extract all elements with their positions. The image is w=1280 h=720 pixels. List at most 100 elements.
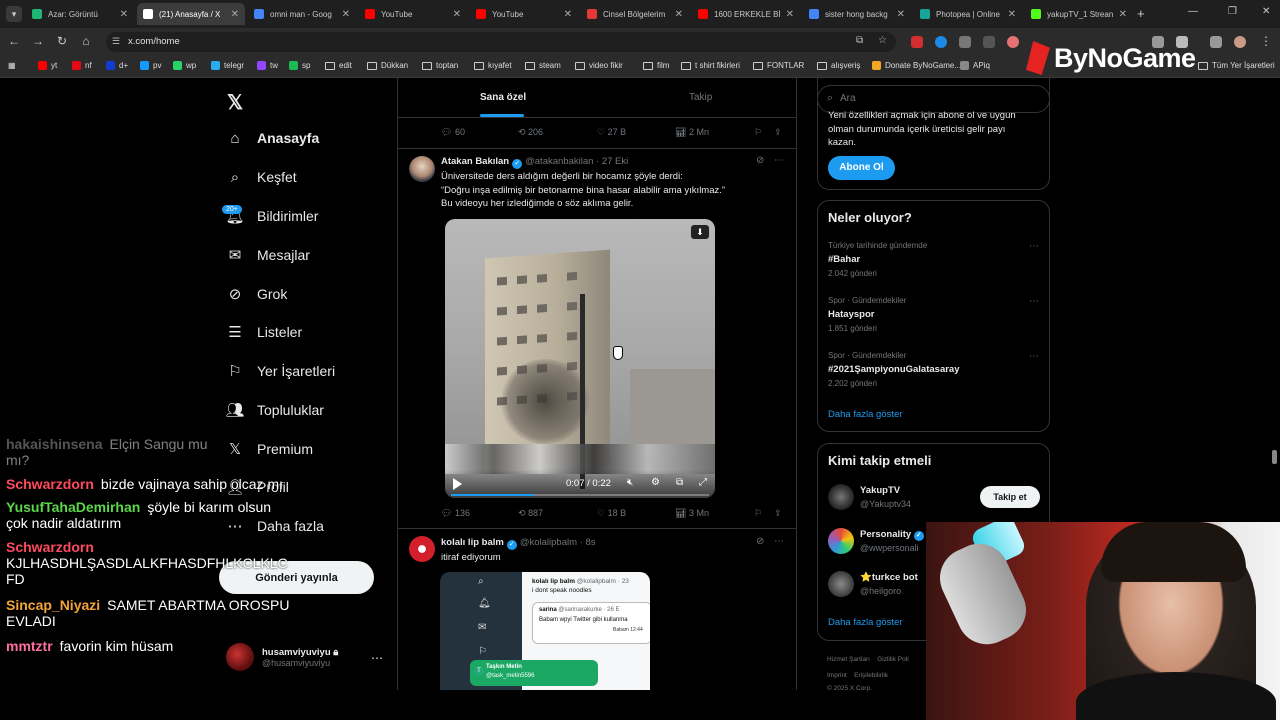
like-button[interactable]: ♡ 27 B (597, 127, 626, 138)
follow-name[interactable]: YakupTV (860, 485, 900, 496)
avatar[interactable] (828, 528, 854, 554)
avatar[interactable] (409, 156, 435, 182)
bookmark-item[interactable]: yt (38, 61, 57, 70)
new-tab-button[interactable]: + (1137, 6, 1145, 21)
browser-tab[interactable]: (21) Anasayfa / X ✕ (137, 3, 245, 25)
views-count[interactable]: 📊︎ 2 Mn (675, 127, 709, 138)
reply-button[interactable]: 💬︎ 136 (441, 508, 470, 519)
bookmark-item[interactable]: pv (140, 61, 161, 70)
sidebar-item-topluluklar[interactable]: 👥︎ Topluluklar (225, 397, 323, 423)
extension-icon[interactable] (983, 36, 995, 48)
browser-tab[interactable]: sister hong backg ✕ (803, 3, 911, 25)
all-bookmarks-button[interactable]: Tüm Yer İşaretleri (1198, 61, 1275, 70)
grok-icon[interactable]: ⊘ (756, 155, 764, 166)
bookmark-item[interactable]: video fikir (575, 61, 623, 70)
accessibility-link[interactable]: Erişilebilirlik (854, 672, 888, 679)
site-info-icon[interactable]: ☰ (112, 36, 120, 47)
close-tab-icon[interactable]: ✕ (342, 9, 350, 20)
sidebar-item-premium[interactable]: 𝕏 Premium (226, 436, 313, 462)
browser-tab[interactable]: YouTube ✕ (470, 3, 578, 25)
like-button[interactable]: ♡ 18 B (597, 508, 626, 519)
browser-tab[interactable]: Azar: Görüntü ✕ (26, 3, 134, 25)
bookmark-item[interactable]: edit (325, 61, 352, 70)
tweet-image[interactable]: ⌕ 🔔︎ ✉ ⚐ kolalı lip balm @kolalipbalm · … (440, 572, 650, 690)
settings-icon[interactable]: ⚙ (651, 477, 660, 488)
sidebar-item-mesajlar[interactable]: ✉ Mesajlar (226, 242, 310, 268)
show-more-link[interactable]: Daha fazla göster (828, 409, 902, 420)
reply-button[interactable]: 💬︎ 60 (441, 127, 465, 138)
browser-tab[interactable]: yakupTV_1 Strean ✕ (1025, 3, 1133, 25)
sidebar-item-listeler[interactable]: ☰ Listeler (226, 319, 302, 345)
browser-tab[interactable]: Cinsel Bölgelerim ✕ (581, 3, 689, 25)
close-tab-icon[interactable]: ✕ (786, 9, 794, 20)
close-tab-icon[interactable]: ✕ (675, 9, 683, 20)
home-button[interactable]: ⌂ (78, 34, 94, 48)
tab-following[interactable]: Takip (689, 92, 712, 103)
adblock-extension-icon[interactable] (911, 36, 923, 48)
tweet-author-handle[interactable]: @atakanbakilan (525, 156, 593, 167)
install-app-icon[interactable]: ⧉ (856, 35, 863, 46)
close-tab-icon[interactable]: ✕ (231, 9, 239, 20)
bookmark-icon[interactable]: ⚐ (754, 127, 762, 138)
imprint-link[interactable]: Imprint (827, 672, 847, 679)
terms-link[interactable]: Hizmet Şartları (827, 656, 870, 663)
bookmark-item[interactable]: sp (289, 61, 310, 70)
follow-handle[interactable]: @Yakuptv34 (860, 499, 911, 509)
sidebar-item-keşfet[interactable]: ⌕ Keşfet (226, 164, 297, 190)
more-options-icon[interactable]: ⋯ (1029, 351, 1039, 362)
close-tab-icon[interactable]: ✕ (564, 9, 572, 20)
close-tab-icon[interactable]: ✕ (453, 9, 461, 20)
more-options-icon[interactable]: ⋯ (1029, 241, 1039, 252)
forward-button[interactable]: → (30, 34, 46, 48)
bookmark-item[interactable]: alışveriş (817, 61, 860, 70)
close-tab-icon[interactable]: ✕ (897, 9, 905, 20)
play-icon[interactable] (453, 478, 462, 490)
tweet-video[interactable]: ⬇ 0:07 / 0:22 🔇︎ ⚙ ⧉ ⤢ (445, 219, 715, 498)
avatar[interactable] (409, 536, 435, 562)
follow-handle[interactable]: @heilgoro (860, 586, 901, 596)
mute-icon[interactable]: 🔇︎ (627, 477, 633, 488)
close-window-button[interactable]: ✕ (1262, 6, 1270, 17)
close-tab-icon[interactable]: ✕ (1119, 9, 1127, 20)
picture-in-picture-icon[interactable]: ⧉ (676, 477, 683, 488)
extension-icon[interactable] (935, 36, 947, 48)
apps-grid-icon[interactable]: ▦ (8, 61, 16, 70)
bookmark-item[interactable]: FONTLAR (753, 61, 804, 70)
minimize-button[interactable]: — (1188, 6, 1198, 17)
tweet-author-name[interactable]: Atakan Bakılan (441, 156, 509, 167)
avatar[interactable] (828, 484, 854, 510)
bookmark-item[interactable]: d+ (106, 61, 128, 70)
reload-button[interactable]: ↻ (54, 34, 70, 48)
tweet-time[interactable]: · 8s (580, 537, 596, 548)
reading-list-icon[interactable] (1210, 36, 1222, 48)
account-menu-icon[interactable]: ⋯ (371, 651, 383, 665)
bookmark-item[interactable]: kıyafet (474, 61, 512, 70)
browser-tab[interactable]: Photopea | Online ✕ (914, 3, 1022, 25)
tab-for-you[interactable]: Sana özel (480, 92, 526, 103)
repost-button[interactable]: ⟲ 206 (518, 127, 543, 138)
restore-button[interactable]: ❐ (1228, 6, 1237, 17)
follow-name[interactable]: ⭐turkce bot (860, 572, 918, 583)
bookmark-item[interactable]: Dükkan (367, 61, 408, 70)
sidebar-item-anasayfa[interactable]: ⌂ Anasayfa (226, 125, 319, 151)
bookmark-item[interactable]: wp (173, 61, 196, 70)
bookmark-item[interactable]: t shirt fikirleri (681, 61, 740, 70)
privacy-link[interactable]: Gizlilik Poli (877, 656, 908, 663)
back-button[interactable]: ← (6, 34, 22, 48)
browser-menu-icon[interactable]: ⋮ (1258, 34, 1274, 48)
more-options-icon[interactable]: ⋯ (774, 536, 784, 547)
download-icon[interactable]: ⬇ (691, 225, 709, 239)
bookmark-item[interactable]: nf (72, 61, 92, 70)
star-icon[interactable]: ☆ (878, 35, 887, 46)
bookmark-icon[interactable]: ⚐ (754, 508, 762, 519)
follow-name[interactable]: Personality ✓ (860, 529, 924, 541)
bookmark-item[interactable]: steam (525, 61, 561, 70)
close-tab-icon[interactable]: ✕ (1008, 9, 1016, 20)
browser-tab[interactable]: YouTube ✕ (359, 3, 467, 25)
subscribe-button[interactable]: Abone Ol (828, 156, 895, 180)
profile-avatar[interactable] (1234, 36, 1246, 48)
sidebar-item-yer-i-şaretleri[interactable]: ⚐ Yer İşaretleri (226, 358, 335, 384)
show-more-link[interactable]: Daha fazla göster (828, 617, 902, 628)
more-options-icon[interactable]: ⋯ (1029, 296, 1039, 307)
bookmark-item[interactable]: tw (257, 61, 278, 70)
